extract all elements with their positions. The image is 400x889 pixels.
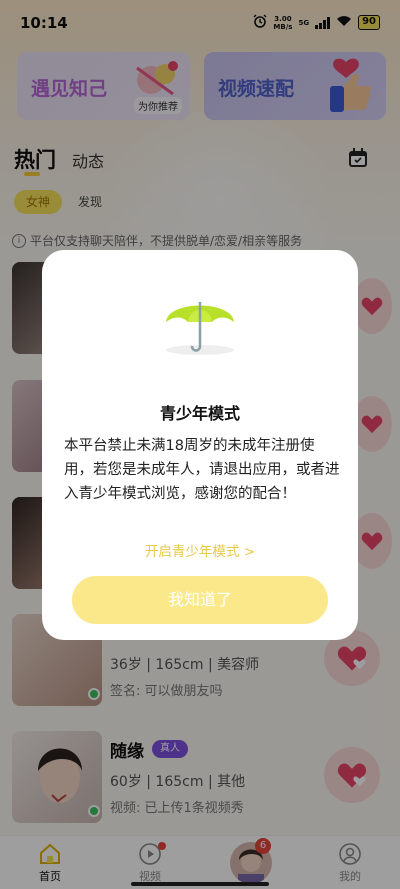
umbrella-icon bbox=[166, 302, 234, 355]
dialog-message: 本平台禁止未满18周岁的未成年注册使用，若您是未成年人，请退出应用，或者进入青少… bbox=[64, 438, 340, 502]
enable-youth-mode-link[interactable]: 开启青少年模式 > bbox=[42, 540, 358, 560]
acknowledge-button[interactable]: 我知道了 bbox=[72, 576, 328, 624]
dialog-title: 青少年模式 bbox=[159, 404, 240, 423]
youth-mode-dialog: 青少年模式 本平台禁止未满18周岁的未成年注册使用，若您是未成年人，请退出应用，… bbox=[42, 250, 358, 640]
